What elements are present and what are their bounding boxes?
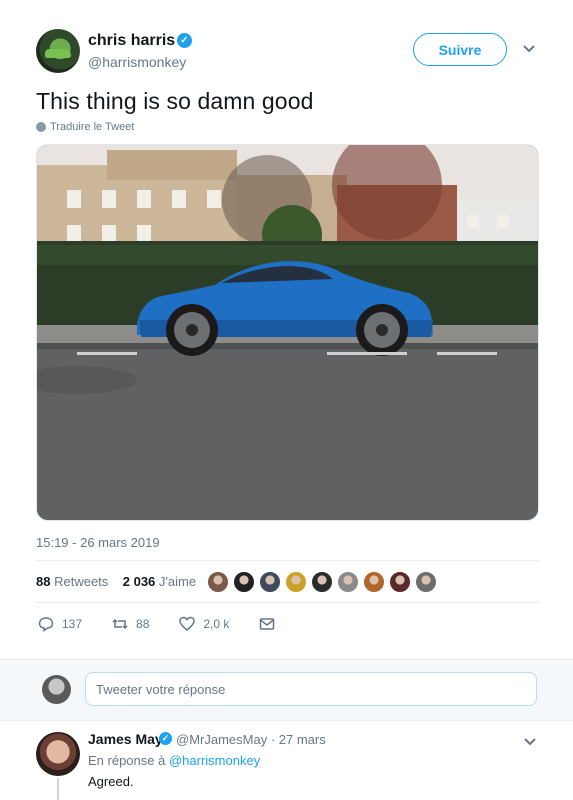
tweet-actions: 137 88 2,0 k <box>38 616 305 632</box>
author-avatar[interactable] <box>36 29 80 73</box>
retweets-label: Retweets <box>54 574 109 589</box>
follow-button[interactable]: Suivre <box>413 33 507 66</box>
likes-label: J'aime <box>158 574 197 589</box>
heart-icon <box>179 616 196 631</box>
liker-avatar[interactable] <box>363 571 385 593</box>
liker-avatar[interactable] <box>415 571 437 593</box>
liker-avatar[interactable] <box>207 571 229 593</box>
reply-button[interactable]: 137 <box>38 616 82 632</box>
likes-stat[interactable]: 2 036 J'aime <box>123 574 196 589</box>
reply-author-handle[interactable]: @MrJamesMay · 27 mars <box>176 732 326 747</box>
liker-avatars <box>207 571 437 593</box>
thread-line <box>57 778 59 800</box>
car-photo-icon <box>37 145 538 520</box>
chevron-down-icon[interactable] <box>522 42 536 56</box>
reply-to-line: En réponse à @harrismonkey <box>88 753 260 768</box>
retweet-count: 88 <box>136 617 150 631</box>
divider <box>36 560 539 561</box>
retweet-button[interactable]: 88 <box>112 616 149 632</box>
reply-count: 137 <box>62 617 83 631</box>
divider <box>36 602 539 603</box>
likes-count: 2 036 <box>122 574 156 589</box>
liker-avatar[interactable] <box>285 571 307 593</box>
reply-input[interactable] <box>85 672 537 706</box>
retweet-icon <box>112 618 128 630</box>
reply-icon <box>38 617 54 632</box>
retweets-count: 88 <box>36 574 51 589</box>
user-avatar <box>42 675 71 704</box>
tweet-photo[interactable] <box>36 144 539 521</box>
reply-to-handle-link[interactable]: @harrismonkey <box>169 753 260 768</box>
translate-label: Traduire le Tweet <box>50 121 135 133</box>
author-handle[interactable]: @harrismonkey <box>88 54 186 70</box>
reply-to-prefix: En réponse à <box>88 753 166 768</box>
message-button[interactable] <box>259 616 275 632</box>
liker-avatar[interactable] <box>259 571 281 593</box>
liker-avatar[interactable] <box>311 571 333 593</box>
translate-link[interactable]: Traduire le Tweet <box>36 121 134 133</box>
tweet-stats: 88 Retweets 2 036 J'aime <box>36 574 196 589</box>
liker-avatar[interactable] <box>233 571 255 593</box>
reply-author-name[interactable]: James May <box>88 731 163 747</box>
globe-icon <box>36 122 46 132</box>
like-count: 2,0 k <box>203 617 230 631</box>
liker-avatar[interactable] <box>337 571 359 593</box>
tweet-text: This thing is so damn good <box>36 88 314 114</box>
reply-text: Agreed. <box>88 774 134 789</box>
reply-author-avatar[interactable] <box>36 732 80 776</box>
tweet-timestamp[interactable]: 15:19 - 26 mars 2019 <box>36 535 160 550</box>
liker-avatar[interactable] <box>389 571 411 593</box>
chevron-down-icon[interactable] <box>523 735 537 749</box>
verified-badge-icon: ✓ <box>177 33 192 48</box>
envelope-icon <box>260 618 275 630</box>
verified-badge-icon: ✓ <box>159 732 172 745</box>
author-name[interactable]: chris harris <box>88 32 175 50</box>
retweets-stat[interactable]: 88 Retweets <box>36 574 108 589</box>
like-button[interactable]: 2,0 k <box>179 616 229 632</box>
